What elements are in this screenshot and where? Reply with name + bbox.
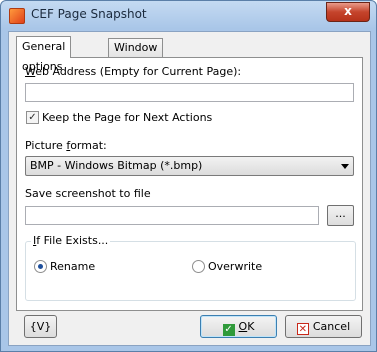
keep-page-label: Keep the Page for Next Actions [42, 111, 213, 124]
picture-format-select[interactable]: BMP - Windows Bitmap (*.bmp) [25, 156, 354, 176]
ok-button[interactable]: ✓ OK [200, 315, 277, 338]
app-icon [9, 8, 25, 24]
overwrite-radio[interactable] [192, 260, 205, 273]
ok-label-accel: O [238, 320, 248, 333]
general-options-panel: Web Address (Empty for Current Page): ✓ … [16, 57, 363, 311]
web-address-input[interactable] [25, 83, 354, 102]
browse-button[interactable]: ... [327, 205, 354, 226]
close-button[interactable]: x [326, 2, 370, 22]
cancel-label: Cancel [312, 320, 351, 333]
window-title: CEF Page Snapshot [31, 7, 147, 21]
rename-radio[interactable] [34, 260, 47, 273]
dialog-client-area: General options Window size Web Address … [8, 31, 371, 346]
variables-button[interactable]: {V} [24, 315, 57, 338]
picture-format-label: Picture format: [25, 139, 107, 152]
ok-label: K [247, 320, 255, 333]
tab-general-options[interactable]: General options [16, 36, 72, 73]
save-file-label: Save screenshot to file [25, 187, 151, 200]
cancel-button[interactable]: ✕ Cancel [285, 315, 362, 338]
rename-label: Rename [50, 260, 96, 273]
tab-window-size[interactable]: Window size [108, 38, 164, 72]
dialog-window: CEF Page Snapshot x General options Wind… [0, 0, 377, 352]
title-bar[interactable]: CEF Page Snapshot x [1, 1, 376, 31]
cancel-x-icon: ✕ [296, 323, 309, 335]
chevron-down-icon [341, 164, 349, 169]
save-file-input[interactable] [25, 206, 319, 225]
keep-page-checkbox[interactable]: ✓ [26, 111, 39, 124]
overwrite-label: Overwrite [208, 260, 263, 273]
if-file-exists-title: If File Exists... [31, 234, 111, 247]
if-file-exists-group: If File Exists... Rename Overwrite [25, 234, 356, 301]
picture-format-value: BMP - Windows Bitmap (*.bmp) [30, 159, 203, 172]
check-icon: ✓ [222, 324, 235, 336]
